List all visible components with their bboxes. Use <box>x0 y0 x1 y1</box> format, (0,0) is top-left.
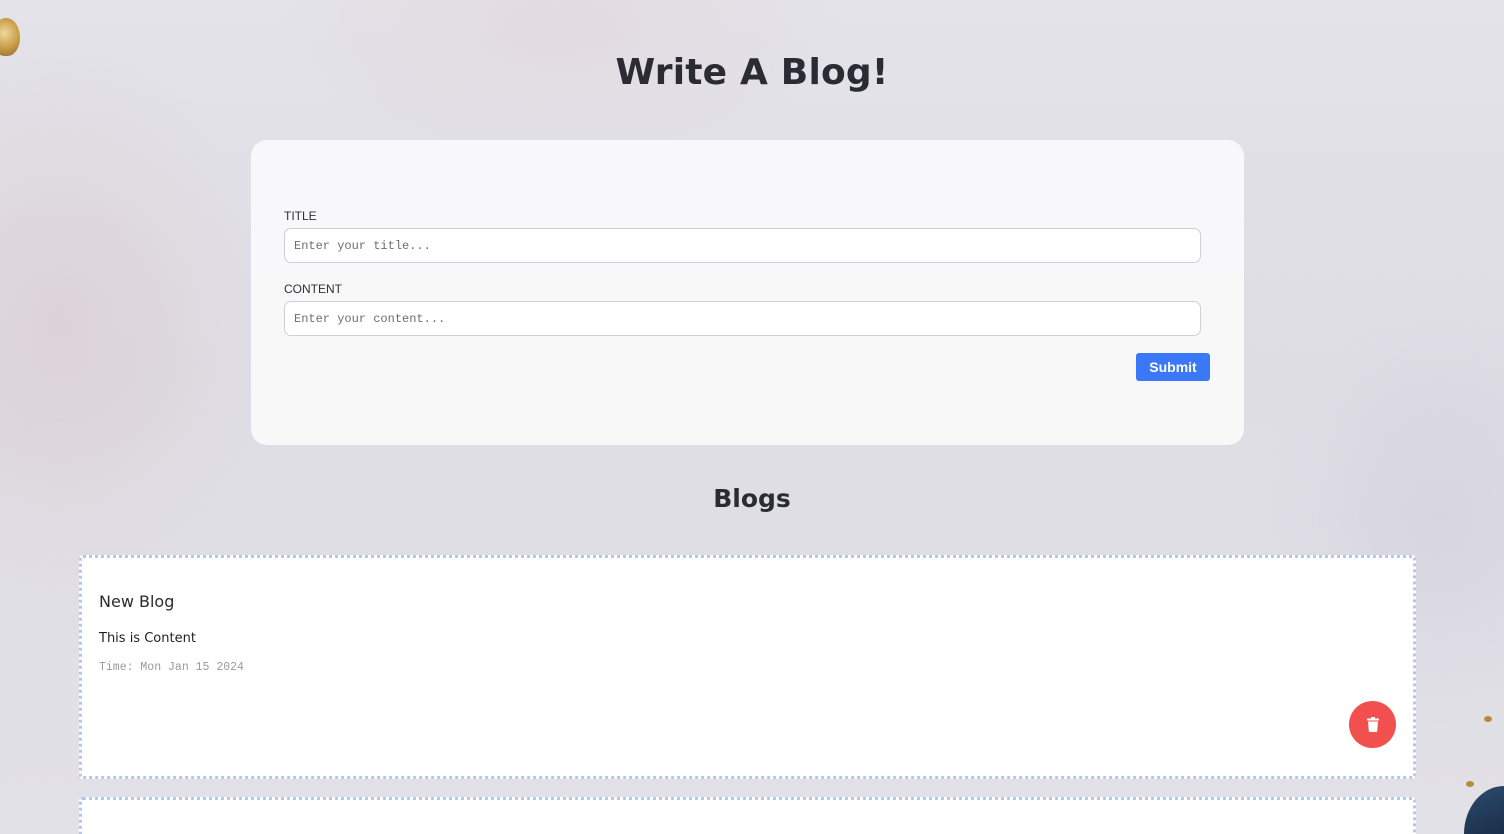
decorative-gold-fleck <box>0 18 20 56</box>
blog-form: TITLE CONTENT Submit <box>251 140 1244 445</box>
page-title: Write A Blog! <box>615 52 889 93</box>
blogs-heading: Blogs <box>713 484 791 513</box>
delete-blog-button[interactable] <box>1349 701 1396 748</box>
decorative-brush-stroke <box>1464 786 1504 834</box>
blog-timestamp: Time: Mon Jan 15 2024 <box>99 661 244 674</box>
decorative-gold-fleck <box>1484 716 1492 722</box>
blog-title: New Blog <box>99 592 175 611</box>
blog-card: New Blog This is Content Time: Mon Jan 1… <box>79 555 1416 779</box>
decorative-gold-fleck <box>1466 781 1474 787</box>
submit-button[interactable]: Submit <box>1136 353 1210 381</box>
blog-card <box>79 797 1416 834</box>
title-label: TITLE <box>284 209 317 223</box>
content-input[interactable] <box>284 301 1201 336</box>
blog-content: This is Content <box>99 631 196 646</box>
content-label: CONTENT <box>284 282 342 296</box>
title-input[interactable] <box>284 228 1201 263</box>
trash-icon <box>1366 717 1379 732</box>
